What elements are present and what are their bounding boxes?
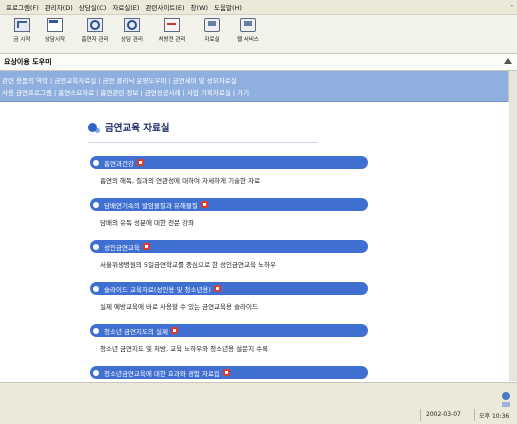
item-link-youth-effect[interactable]: 청소년금연교육에 대한 효과와 경험 자료집 (90, 366, 368, 379)
consult-manage-button[interactable]: 상담 관리 (112, 18, 152, 43)
status-time: 오후 10:36 (479, 413, 510, 420)
status-divider (420, 409, 421, 421)
page-title: 금연교육 자료실 (88, 120, 170, 134)
prescription-manage-button[interactable]: 처방전 관리 (152, 18, 192, 43)
smoker-manage-button[interactable]: 흡연자 관리 (75, 18, 115, 43)
menu-library[interactable]: 자료실(E) (112, 2, 139, 12)
bullet-icon (93, 285, 99, 292)
bullet-icon (93, 201, 99, 208)
item-description: 실제 예방교육에 바로 사용할 수 있는 금연교육용 슬라이드 (100, 303, 258, 311)
list-item: 담배연기속의 발암물질과 유해물질 담배의 유독 성분에 대한 전문 강좌 (90, 198, 368, 227)
item-description: 청소년 금연지도 및 처방, 교육 노하우와 청소년용 설문지 수록 (100, 345, 269, 353)
list-item: 슬라이드 교육자료(성인용 및 청소년용) 실제 예방교육에 바로 사용할 수 … (90, 282, 368, 311)
library-icon (204, 18, 220, 32)
item-link-smoking-health[interactable]: 흡연과건강 (90, 156, 368, 169)
scroll-up-icon[interactable] (503, 56, 513, 66)
item-link-carcinogens[interactable]: 담배연기속의 발암물질과 유해물질 (90, 198, 368, 211)
smoker-search-icon (87, 18, 103, 32)
menu-program[interactable]: 프로그램(F) (6, 2, 39, 12)
start-icon (14, 18, 30, 32)
menu-related-sites[interactable]: 관련사이트(E) (145, 2, 184, 12)
title-divider (88, 142, 318, 143)
library-button[interactable]: 자료실 (192, 18, 232, 43)
menu-window[interactable]: 창(W) (191, 2, 208, 12)
minimize-button[interactable]: - (510, 2, 513, 10)
consult-search-icon (124, 18, 140, 32)
new-badge-icon (222, 369, 230, 376)
prescription-icon (164, 18, 180, 32)
bullet-icon (93, 369, 99, 376)
bullet-icon (93, 159, 99, 166)
help-icon[interactable] (499, 391, 513, 409)
menu-admin[interactable]: 관리자(D) (45, 2, 73, 12)
vertical-scrollbar[interactable] (508, 71, 517, 381)
menu-consult[interactable]: 상담실(C) (79, 2, 107, 12)
nav-links-line2[interactable]: 사용 금연프로그램 | 흡연소요자료 | 흡연관련 정보 | 금연성공사례 | … (2, 87, 249, 97)
bullet-icon (93, 327, 99, 334)
bullet-icon (93, 243, 99, 250)
consult-start-icon (47, 18, 63, 32)
breadcrumb-label: 요상이용 도우미 (4, 58, 52, 66)
item-description: 흡연의 해독, 질과의 연관성에 대하여 자세하게 기술한 자료 (100, 177, 261, 185)
list-item: 성인금연교육 서울위생병원의 5일금연학교를 중심으로 한 성인금연교육 노하우 (90, 240, 368, 269)
new-badge-icon (170, 327, 178, 334)
nav-band: 관련 용품의 역학 | 금연교육자료실 | 금연 클리닉 운영도우미 | 금연세… (0, 71, 517, 102)
web-service-icon (240, 18, 256, 32)
new-badge-icon (200, 201, 208, 208)
main-content: 금연교육 자료실 흡연과건강 흡연의 해독, 질과의 연관성에 대하여 자세하게… (0, 102, 509, 381)
web-service-button[interactable]: 웹 서비스 (228, 18, 268, 43)
status-divider (474, 409, 475, 421)
status-bar: 2002-03-07 오후 10:36 (0, 382, 517, 424)
menu-bar: 프로그램(F) 관리자(D) 상담실(C) 자료실(E) 관련사이트(E) 창(… (0, 0, 517, 15)
item-description: 담배의 유독 성분에 대한 전문 강좌 (100, 219, 195, 227)
status-date: 2002-03-07 (426, 411, 461, 418)
list-item: 청소년금연교육에 대한 효과와 경험 자료집 (90, 366, 368, 379)
item-link-youth-guidance[interactable]: 청소년 금연지도의 실제 (90, 324, 368, 337)
item-description: 서울위생병원의 5일금연학교를 중심으로 한 성인금연교육 노하우 (100, 261, 276, 269)
item-link-adult-education[interactable]: 성인금연교육 (90, 240, 368, 253)
title-bullet-icon (88, 122, 97, 132)
nav-links-line1[interactable]: 관련 용품의 역학 | 금연교육자료실 | 금연 클리닉 운영도우미 | 금연세… (2, 75, 237, 85)
new-badge-icon (213, 285, 221, 292)
breadcrumb: 요상이용 도우미 (0, 54, 517, 71)
toolbar: 금 시작 상담시작 흡연자 관리 상담 관리 처방전 관리 자료실 웹 서비스 (0, 15, 517, 54)
item-link-slides[interactable]: 슬라이드 교육자료(성인용 및 청소년용) (90, 282, 368, 295)
new-badge-icon (142, 243, 150, 250)
menu-help[interactable]: 도움말(H) (214, 2, 242, 12)
consult-start-button[interactable]: 상담시작 (35, 18, 75, 43)
new-badge-icon (136, 159, 144, 166)
list-item: 청소년 금연지도의 실제 청소년 금연지도 및 처방, 교육 노하우와 청소년용… (90, 324, 368, 353)
list-item: 흡연과건강 흡연의 해독, 질과의 연관성에 대하여 자세하게 기술한 자료 (90, 156, 368, 185)
